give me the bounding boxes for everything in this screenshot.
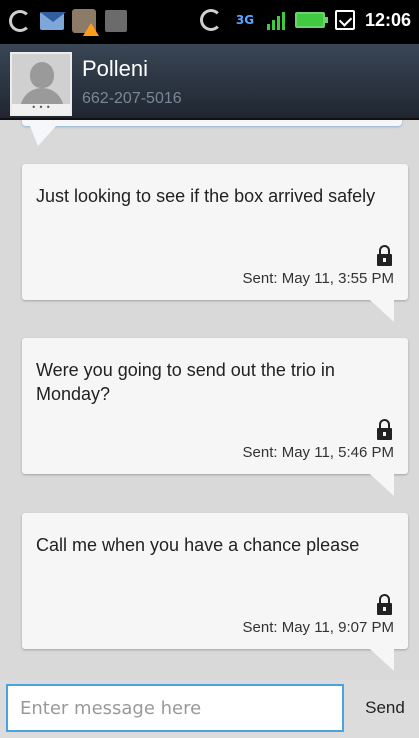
message-text: Just looking to see if the box arrived s…	[36, 186, 376, 206]
message-text: Were you going to send out the trio in M…	[36, 360, 335, 404]
message-bubble-tail	[370, 300, 394, 322]
message-input[interactable]	[6, 684, 344, 732]
message-bubble-tail	[370, 474, 394, 496]
message-bubble[interactable]: Just looking to see if the box arrived s…	[22, 164, 408, 322]
message-text: Call me when you have a chance please	[36, 535, 360, 555]
message-bubble[interactable]: Were you going to send out the trio in M…	[22, 338, 408, 496]
contact-warning-icon	[72, 9, 99, 36]
contact-number: 662-207-5016	[82, 90, 182, 107]
signal-icon	[266, 10, 285, 30]
message-bubble[interactable]: Call me when you have a chance please Se…	[22, 513, 408, 671]
battery-icon	[294, 12, 328, 28]
contact-avatar[interactable]: • • •	[10, 52, 72, 116]
clock: 12:06	[364, 9, 411, 30]
lock-icon	[377, 245, 392, 266]
shopping-bag-icon	[104, 9, 128, 33]
send-button[interactable]: Send	[356, 684, 414, 732]
notification-icons	[8, 9, 128, 36]
sent-timestamp: Sent: May 11, 9:07 PM	[242, 619, 394, 636]
message-bubble-tail	[370, 649, 394, 671]
calendar-icon	[334, 10, 355, 30]
system-icons: 3G 12:06	[199, 8, 411, 32]
sent-timestamp: Sent: May 11, 3:55 PM	[242, 270, 394, 287]
sync-icon	[8, 9, 32, 33]
contact-name: Polleni	[82, 56, 149, 81]
previous-message-tail	[30, 126, 56, 146]
lock-icon	[377, 419, 392, 440]
previous-message-edge	[22, 120, 402, 126]
mail-icon	[40, 9, 66, 33]
lock-icon	[377, 594, 392, 615]
avatar-more-icon: • • •	[12, 104, 70, 114]
sent-timestamp: Sent: May 11, 5:46 PM	[242, 444, 394, 461]
conversation-header: • • • Polleni 662-207-5016	[0, 44, 419, 120]
3g-icon: 3G	[235, 13, 255, 27]
message-composer: Send	[0, 680, 419, 738]
message-list[interactable]: Just looking to see if the box arrived s…	[0, 120, 419, 680]
sync-icon	[199, 8, 223, 32]
status-bar: 3G 12:06	[0, 0, 419, 44]
